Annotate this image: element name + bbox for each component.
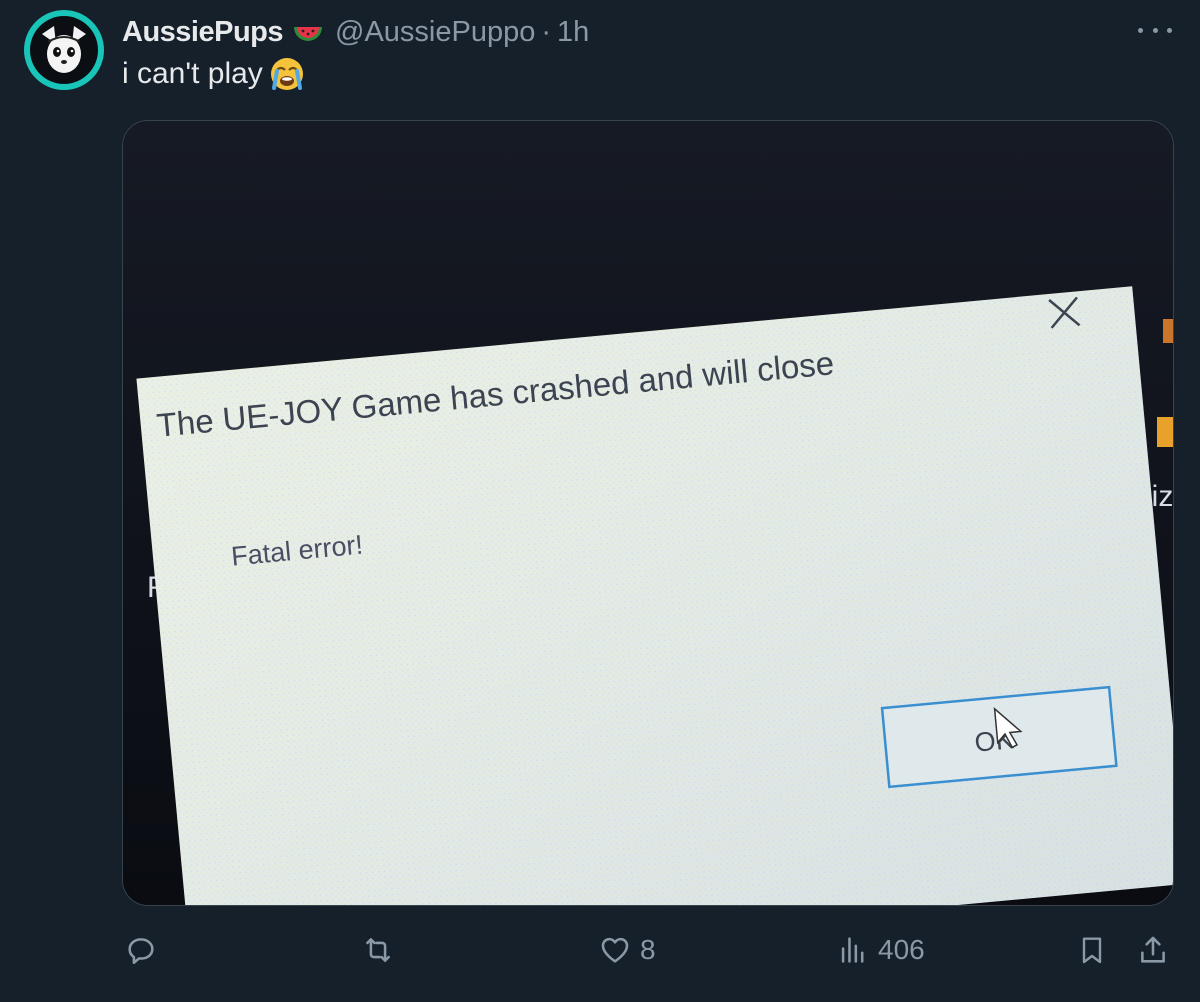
bookmark-icon: [1082, 937, 1102, 964]
orange-bg-element: [1157, 417, 1173, 447]
user-handle[interactable]: @AussiePuppo: [335, 16, 535, 49]
more-dot: [1167, 27, 1172, 33]
watermelon-icon: [291, 15, 325, 49]
avatar-image: [30, 16, 98, 84]
tweet-text-content: i can't play: [122, 57, 263, 90]
repost-button[interactable]: [360, 930, 404, 970]
tweet-header: AussiePups @AussiePuppo · 1h: [122, 12, 589, 52]
views-chart-icon: [841, 937, 864, 963]
reply-icon: [128, 938, 154, 965]
repost-icon: [366, 938, 390, 962]
orange-bg-element: [1163, 319, 1173, 343]
timestamp[interactable]: 1h: [557, 16, 589, 49]
like-button[interactable]: 8: [598, 930, 656, 970]
more-options-icon[interactable]: [1138, 18, 1172, 42]
share-button[interactable]: [1136, 930, 1170, 970]
crash-dialog-photo: biz F The UE-JOY Game has crashed and wi…: [123, 121, 1173, 905]
crash-dialog: The UE-JOY Game has crashed and will clo…: [136, 286, 1173, 905]
tweet: AussiePups @AussiePuppo · 1h i can't pla…: [0, 0, 1200, 1002]
loudly-crying-face-icon: [269, 56, 305, 92]
bookmark-button[interactable]: [1076, 930, 1108, 970]
like-count: 8: [640, 934, 656, 965]
separator-dot: ·: [541, 15, 552, 48]
views-button[interactable]: 406: [836, 930, 925, 970]
more-dot: [1138, 27, 1143, 33]
dog-avatar-icon: [42, 26, 86, 73]
tweet-text: i can't play: [122, 56, 305, 92]
views-count: 406: [878, 934, 925, 965]
tweet-action-bar: 8 406: [0, 920, 1200, 980]
avatar[interactable]: [24, 10, 104, 90]
tweet-media-photo[interactable]: biz F The UE-JOY Game has crashed and wi…: [122, 120, 1174, 906]
more-dot: [1152, 27, 1158, 33]
heart-icon: [601, 937, 629, 963]
reply-button[interactable]: [124, 930, 166, 970]
share-icon: [1141, 936, 1165, 963]
display-name[interactable]: AussiePups: [122, 16, 284, 49]
